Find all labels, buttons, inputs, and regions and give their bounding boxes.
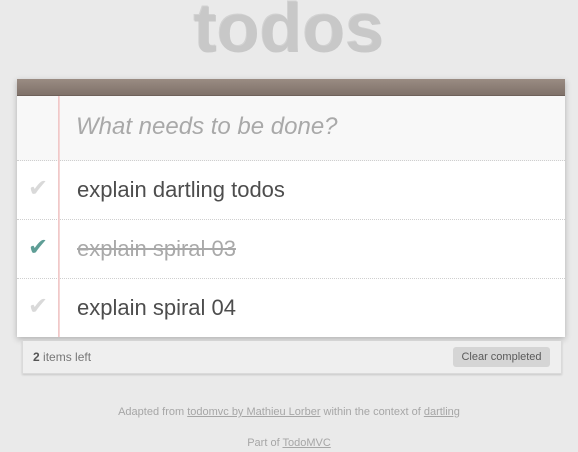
- todo-label[interactable]: explain dartling todos: [77, 174, 285, 206]
- checkmark-icon[interactable]: ✔: [27, 174, 49, 204]
- top-band: [17, 79, 565, 96]
- dartling-link[interactable]: dartling: [424, 406, 460, 418]
- todo-footer: 2 items left Clear completed: [22, 341, 562, 374]
- info-part-of: Part of TodoMVC: [0, 437, 578, 449]
- todo-app: ✔ explain dartling todos ✔ explain spira…: [17, 79, 565, 337]
- todo-item[interactable]: ✔ explain dartling todos: [17, 161, 565, 220]
- todo-count-number: 2: [33, 350, 40, 364]
- todo-label[interactable]: explain spiral 03: [77, 233, 236, 265]
- todo-label[interactable]: explain spiral 04: [77, 292, 236, 324]
- checkmark-icon[interactable]: ✔: [27, 233, 49, 263]
- todo-count-suffix: items left: [39, 350, 92, 364]
- todomvc-lorber-link[interactable]: todomvc by Mathieu Lorber: [187, 406, 320, 418]
- new-todo-input[interactable]: [76, 107, 546, 147]
- info-credits: Adapted from todomvc by Mathieu Lorber w…: [0, 406, 578, 418]
- info-adapted-middle: within the context of: [320, 406, 424, 418]
- clear-completed-button[interactable]: Clear completed: [453, 347, 550, 367]
- info-adapted-prefix: Adapted from: [118, 406, 188, 418]
- todo-item[interactable]: ✔ explain spiral 03: [17, 220, 565, 279]
- info-part-of-prefix: Part of: [247, 437, 283, 449]
- app-title: todos: [193, 0, 385, 67]
- checkmark-icon[interactable]: ✔: [27, 292, 49, 322]
- todo-list: ✔ explain dartling todos ✔ explain spira…: [17, 161, 565, 337]
- new-todo-row: [17, 96, 565, 161]
- todomvc-link[interactable]: TodoMVC: [282, 437, 330, 449]
- margin-line: [58, 96, 60, 337]
- todo-item[interactable]: ✔ explain spiral 04: [17, 279, 565, 337]
- todo-count: 2 items left: [33, 350, 91, 364]
